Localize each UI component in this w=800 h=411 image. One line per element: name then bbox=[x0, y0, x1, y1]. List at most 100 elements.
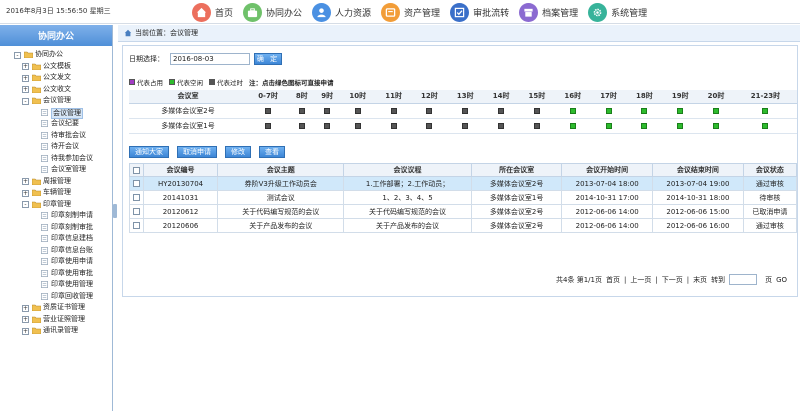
collapse-icon[interactable]: - bbox=[22, 97, 29, 105]
pager-prev[interactable]: 上一页 bbox=[630, 275, 651, 285]
collapse-icon[interactable]: - bbox=[22, 201, 29, 208]
page-number-input[interactable] bbox=[729, 274, 758, 285]
tree-leaf[interactable]: 待我参加会议 bbox=[0, 153, 112, 165]
home-icon bbox=[192, 2, 211, 22]
tree-leaf[interactable]: 印章回收管理 bbox=[0, 291, 112, 303]
schedule-slot-header: 12时 bbox=[411, 90, 448, 104]
cancel-request-button[interactable]: 取消申请 bbox=[177, 146, 217, 158]
breadcrumb-prefix: 当前位置： bbox=[135, 29, 170, 37]
date-input[interactable] bbox=[170, 53, 250, 65]
breadcrumb-current[interactable]: 会议管理 bbox=[170, 28, 198, 38]
tree-root[interactable]: - 协同办公 bbox=[0, 49, 112, 61]
tree-leaf[interactable]: 会议管理 bbox=[0, 107, 112, 119]
expand-icon[interactable]: + bbox=[22, 327, 29, 335]
select-all-checkbox[interactable] bbox=[132, 166, 140, 174]
slot-past-icon bbox=[462, 107, 469, 114]
slot-free-icon[interactable] bbox=[762, 107, 769, 114]
expand-icon[interactable]: + bbox=[22, 189, 29, 197]
slot-free-icon[interactable] bbox=[569, 122, 576, 129]
tree-leaf[interactable]: 印章刻制申请 bbox=[0, 210, 112, 222]
tree-folder[interactable]: + 营业证照管理 bbox=[0, 314, 112, 326]
tree-leaf[interactable]: 印章信息台账 bbox=[0, 245, 112, 257]
nav-item-briefcase[interactable]: 协同办公 bbox=[243, 1, 302, 23]
slot-free-icon[interactable] bbox=[713, 107, 720, 114]
slot-free-icon[interactable] bbox=[677, 107, 684, 114]
notify-all-button[interactable]: 通知大家 bbox=[129, 146, 169, 158]
slot-free-icon[interactable] bbox=[677, 122, 684, 129]
slot-free-icon[interactable] bbox=[605, 107, 612, 114]
slot-free-icon[interactable] bbox=[641, 107, 648, 114]
tree-folder[interactable]: + 车辆管理 bbox=[0, 187, 112, 199]
expand-icon[interactable]: + bbox=[22, 178, 29, 185]
nav-item-archive[interactable]: 档案管理 bbox=[519, 1, 578, 23]
pager-last[interactable]: 末页 bbox=[693, 275, 707, 285]
tree-leaf[interactable]: 印章刻制审批 bbox=[0, 222, 112, 234]
slot-free-icon[interactable] bbox=[762, 122, 769, 129]
tree-leaf[interactable]: 会议纪要 bbox=[0, 118, 112, 130]
tree-folder[interactable]: + 通讯录管理 bbox=[0, 325, 112, 337]
pager-sep: | bbox=[655, 275, 658, 284]
view-button[interactable]: 查看 bbox=[259, 146, 285, 158]
table-cell: 多媒体会议室2号 bbox=[471, 176, 563, 191]
pager-next[interactable]: 下一页 bbox=[662, 275, 683, 285]
tree-leaf[interactable]: 印章使用审批 bbox=[0, 268, 112, 280]
collapse-icon[interactable]: - bbox=[14, 51, 21, 59]
table-row[interactable]: 20120612 关于代码编写规范的会议 关于代码编写规范的会议 多媒体会议室2号 20… bbox=[129, 204, 798, 219]
schedule-slot-header: 16时 bbox=[554, 90, 591, 104]
schedule-cell bbox=[698, 118, 734, 134]
expand-icon[interactable]: + bbox=[22, 316, 29, 323]
expand-icon[interactable]: + bbox=[22, 74, 29, 82]
tree-folder[interactable]: - 印章管理 bbox=[0, 199, 112, 211]
tree-folder[interactable]: + 公文收文 bbox=[0, 84, 112, 96]
pager-first[interactable]: 首页 bbox=[606, 275, 620, 285]
table-row[interactable]: 20120606 关于产品发布的会议 关于产品发布的会议 多媒体会议室2号 2012-0… bbox=[129, 218, 798, 233]
folder-icon bbox=[32, 316, 41, 323]
tree-folder[interactable]: + 资质证书管理 bbox=[0, 302, 112, 314]
tree-folder[interactable]: + 周报管理 bbox=[0, 176, 112, 188]
row-checkbox[interactable] bbox=[132, 194, 140, 201]
nav-item-person[interactable]: 人力资源 bbox=[312, 1, 371, 23]
slot-past-icon bbox=[533, 122, 540, 129]
tree-label: 印章回收管理 bbox=[51, 291, 93, 300]
slot-free-icon[interactable] bbox=[569, 107, 576, 114]
tree-label: 印章使用管理 bbox=[51, 280, 93, 288]
row-checkbox[interactable] bbox=[132, 208, 140, 215]
row-checkbox[interactable] bbox=[132, 180, 140, 187]
document-icon bbox=[41, 281, 48, 288]
tree-leaf[interactable]: 会议室管理 bbox=[0, 164, 112, 176]
expand-icon[interactable]: + bbox=[22, 63, 29, 70]
slot-free-icon[interactable] bbox=[713, 122, 720, 129]
document-icon bbox=[41, 154, 48, 162]
tree-leaf[interactable]: 印章使用申请 bbox=[0, 256, 112, 268]
expand-icon[interactable]: + bbox=[22, 304, 29, 312]
tree-leaf[interactable]: 印章使用管理 bbox=[0, 279, 112, 291]
table-row[interactable]: 20141031 测试会议 1、2、3、4、5 多媒体会议室1号 2014-10-31 … bbox=[129, 190, 798, 205]
table-cell: 关于产品发布的会议 bbox=[343, 218, 473, 233]
slot-free-icon[interactable] bbox=[641, 122, 648, 129]
nav-item-home[interactable]: 首页 bbox=[192, 1, 233, 23]
table-row[interactable]: HY20130704 券阶V3升级工作动员会 1.工作部署；2.工作动员； 多媒体会议… bbox=[129, 176, 798, 191]
table-cell: 2012-06-06 14:00 bbox=[561, 218, 654, 233]
sidebar: 协同办公 - 协同办公 + 公文模板 + 公文发文 + 公文收文 - 会议管理 会议管理 会议纪要 待审… bbox=[0, 25, 113, 411]
nav-item-approval[interactable]: 审批流转 bbox=[450, 1, 509, 23]
edit-button[interactable]: 修改 bbox=[225, 146, 251, 158]
confirm-button[interactable]: 确 定 bbox=[254, 53, 282, 65]
tree-folder[interactable]: - 会议管理 bbox=[0, 95, 112, 107]
row-checkbox[interactable] bbox=[132, 222, 140, 229]
schedule-cell bbox=[590, 118, 627, 134]
row-select-cell bbox=[129, 218, 144, 233]
tree-leaf[interactable]: 待审批会议 bbox=[0, 130, 112, 142]
schedule-cell bbox=[375, 103, 412, 119]
expand-icon[interactable]: + bbox=[22, 86, 29, 93]
tree-folder[interactable]: + 公文发文 bbox=[0, 72, 112, 84]
tree-folder[interactable]: + 公文模板 bbox=[0, 61, 112, 73]
tree-leaf[interactable]: 待开会议 bbox=[0, 141, 112, 153]
row-select-cell bbox=[129, 176, 144, 191]
pager-go-button[interactable]: GO bbox=[776, 276, 787, 284]
nav-item-asset[interactable]: 资产管理 bbox=[381, 1, 440, 23]
tree-leaf[interactable]: 印章信息建档 bbox=[0, 233, 112, 245]
table-cell: 20141031 bbox=[142, 190, 219, 205]
nav-item-gear[interactable]: 系统管理 bbox=[588, 1, 647, 23]
sidebar-collapse-handle[interactable] bbox=[113, 204, 117, 218]
slot-free-icon[interactable] bbox=[605, 122, 612, 129]
